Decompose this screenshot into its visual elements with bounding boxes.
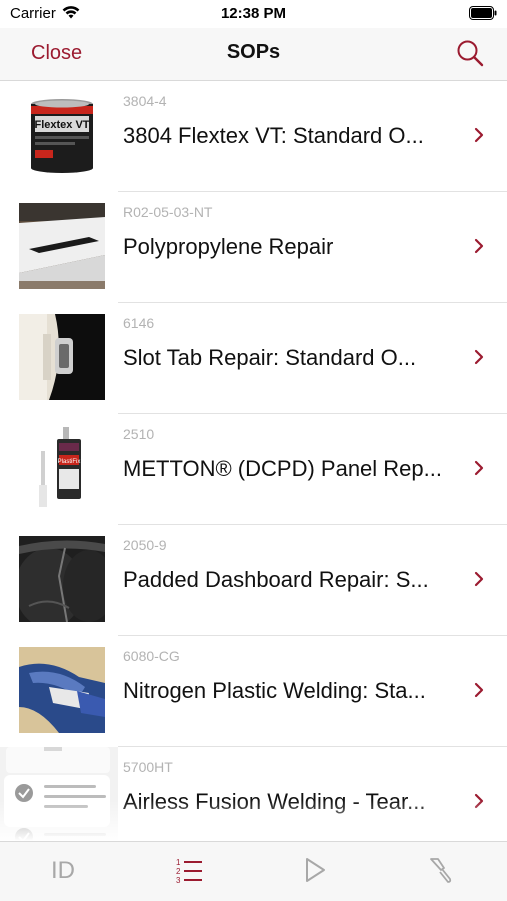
sop-title: Airless Fusion Welding - Tear... bbox=[123, 789, 426, 814]
status-bar: Carrier 12:38 PM bbox=[0, 0, 507, 28]
sop-code: 2050-9 bbox=[123, 537, 167, 553]
numbered-list-icon: 1 2 3 bbox=[176, 858, 202, 885]
page-title: SOPs bbox=[226, 41, 281, 63]
svg-text:2: 2 bbox=[176, 867, 181, 876]
sop-list-item[interactable]: Flextex VT 3804-4 3804 Flextex VT: Stand… bbox=[0, 81, 507, 192]
sop-list-item[interactable]: R02-05-03-NT Polypropylene Repair bbox=[0, 192, 507, 303]
sop-code: 6080-CG bbox=[123, 648, 180, 664]
tab-id[interactable]: ID bbox=[0, 842, 126, 901]
id-tab-icon: ID bbox=[51, 857, 75, 884]
chevron-right-icon bbox=[474, 682, 484, 698]
sop-list[interactable]: Flextex VT 3804-4 3804 Flextex VT: Stand… bbox=[0, 81, 507, 841]
sop-list-item[interactable]: PlastiFix 2510 METTON® (DCPD) Panel Rep.… bbox=[0, 414, 507, 525]
chevron-right-icon bbox=[474, 571, 484, 587]
tab-sop-list[interactable]: 1 2 3 bbox=[126, 842, 252, 901]
product-can-thumbnail: Flextex VT bbox=[19, 92, 105, 178]
repair-photo-thumbnail bbox=[19, 647, 105, 733]
sop-list-item[interactable]: 2050-9 Padded Dashboard Repair: S... bbox=[0, 525, 507, 636]
repair-photo-thumbnail bbox=[19, 203, 105, 289]
repair-photo-thumbnail bbox=[19, 314, 105, 400]
sop-code: R02-05-03-NT bbox=[123, 204, 213, 220]
adhesive-cartridge-thumbnail: PlastiFix bbox=[19, 425, 105, 511]
welding-tool-icon bbox=[430, 858, 452, 883]
sop-list-item[interactable]: 6146 Slot Tab Repair: Standard O... bbox=[0, 303, 507, 414]
tab-bar: ID 1 2 3 bbox=[0, 841, 507, 901]
play-icon bbox=[306, 858, 325, 882]
sop-title: Slot Tab Repair: Standard O... bbox=[123, 345, 417, 370]
chevron-right-icon bbox=[474, 793, 484, 809]
sop-title: Nitrogen Plastic Welding: Sta... bbox=[123, 678, 426, 703]
sop-title: Padded Dashboard Repair: S... bbox=[123, 567, 429, 592]
sop-code: 2510 bbox=[123, 426, 155, 442]
sop-list-item[interactable]: 5700HT Airless Fusion Welding - Tear... bbox=[0, 747, 507, 841]
battery-icon bbox=[469, 6, 497, 20]
cartridge-label: PlastiFix bbox=[58, 459, 81, 465]
navigation-bar: Close SOPs bbox=[0, 28, 507, 81]
can-label: Flextex VT bbox=[34, 119, 89, 131]
tab-tools[interactable] bbox=[378, 842, 504, 901]
sop-title: METTON® (DCPD) Panel Rep... bbox=[123, 456, 442, 481]
sop-code: 3804-4 bbox=[123, 93, 167, 109]
svg-text:3: 3 bbox=[176, 876, 181, 885]
chevron-right-icon bbox=[474, 349, 484, 365]
tab-video[interactable] bbox=[252, 842, 378, 901]
checklist-thumbnail bbox=[0, 747, 118, 841]
chevron-right-icon bbox=[474, 460, 484, 476]
sop-title: Polypropylene Repair bbox=[123, 234, 334, 259]
sop-list-item[interactable]: 6080-CG Nitrogen Plastic Welding: Sta... bbox=[0, 636, 507, 747]
sop-code: 5700HT bbox=[123, 759, 173, 775]
chevron-right-icon bbox=[474, 238, 484, 254]
search-icon[interactable] bbox=[455, 38, 485, 68]
svg-text:1: 1 bbox=[176, 858, 181, 867]
sop-code: 6146 bbox=[123, 315, 155, 331]
repair-photo-thumbnail bbox=[19, 536, 105, 622]
status-time: 12:38 PM bbox=[220, 5, 287, 22]
sop-title: 3804 Flextex VT: Standard O... bbox=[123, 123, 424, 148]
chevron-right-icon bbox=[474, 127, 484, 143]
